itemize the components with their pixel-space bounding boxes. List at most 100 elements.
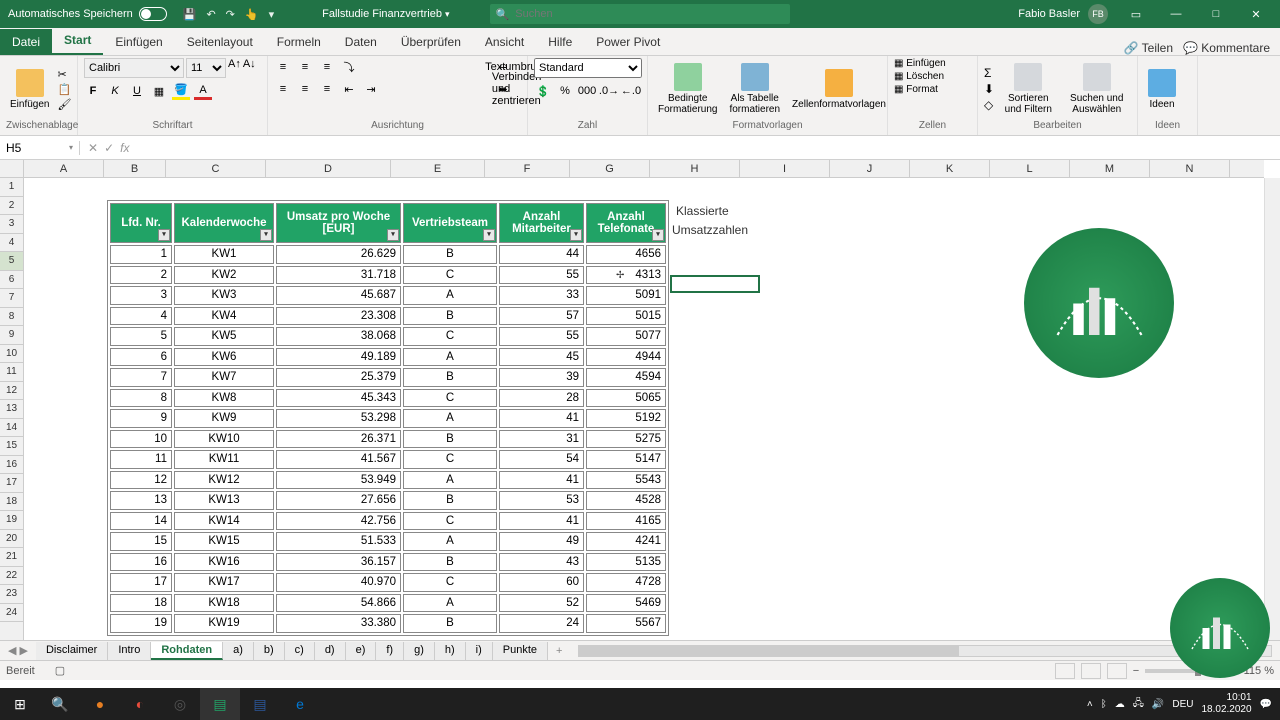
italic-button[interactable]: K [106,82,124,100]
fill-color-button[interactable]: 🪣 [172,82,190,100]
tray-notifications-icon[interactable]: 💬 [1260,699,1272,710]
cells-grid[interactable]: Lfd. Nr.▾Kalenderwoche▾Umsatz pro Woche … [24,178,1264,640]
table-cell[interactable]: 54 [499,450,584,469]
table-header[interactable]: Lfd. Nr.▾ [110,203,172,243]
table-row[interactable]: 2KW231.718C554313 [110,266,666,285]
border-button[interactable]: ▦ [150,82,168,100]
table-cell[interactable]: 8 [110,389,172,408]
table-cell[interactable]: 4241 [586,532,666,551]
table-cell[interactable]: KW2 [174,266,274,285]
bold-button[interactable]: F [84,82,102,100]
sort-filter-button[interactable]: Sortieren und Filtern [998,61,1058,117]
app-2-icon[interactable]: ◐ [120,688,160,720]
qat-more-icon[interactable]: ▾ [269,8,275,21]
table-cell[interactable]: 4594 [586,368,666,387]
app-3-icon[interactable]: ◎ [160,688,200,720]
table-row[interactable]: 8KW845.343C285065 [110,389,666,408]
table-cell[interactable]: KW10 [174,430,274,449]
table-row[interactable]: 5KW538.068C555077 [110,327,666,346]
table-cell[interactable]: 4 [110,307,172,326]
row-header-14[interactable]: 14 [0,419,23,438]
table-cell[interactable]: B [403,614,497,633]
row-header-5[interactable]: 5 [0,252,23,271]
table-cell[interactable]: 10 [110,430,172,449]
table-cell[interactable]: 26.371 [276,430,401,449]
tab-einfuegen[interactable]: Einfügen [103,29,174,55]
copy-icon[interactable]: 📋 [57,83,71,96]
row-headers[interactable]: 123456789101112131415161718192021222324 [0,178,24,640]
table-row[interactable]: 1KW126.629B444656 [110,245,666,264]
table-cell[interactable]: 6 [110,348,172,367]
select-all-corner[interactable] [0,160,24,178]
tray-volume-icon[interactable]: 🔊 [1152,699,1164,710]
table-row[interactable]: 19KW1933.380B245567 [110,614,666,633]
table-cell[interactable]: 27.656 [276,491,401,510]
format-painter-icon[interactable]: 🖌 [57,98,71,111]
row-header-24[interactable]: 24 [0,604,23,623]
row-header-2[interactable]: 2 [0,197,23,216]
sheet-tab[interactable]: c) [285,642,315,660]
clear-icon[interactable]: ◇ [984,98,994,112]
table-cell[interactable]: 5135 [586,553,666,572]
tray-up-icon[interactable]: ˄ [1087,699,1093,710]
col-header-G[interactable]: G [570,160,650,177]
tab-hilfe[interactable]: Hilfe [536,29,584,55]
font-size-select[interactable]: 11 [186,58,226,78]
table-cell[interactable]: KW19 [174,614,274,633]
table-cell[interactable]: 55 [499,327,584,346]
font-color-button[interactable]: A [194,82,212,100]
table-row[interactable]: 17KW1740.970C604728 [110,573,666,592]
tab-start[interactable]: Start [52,27,103,55]
cell-h3[interactable]: Umsatzzahlen [672,223,748,237]
row-header-16[interactable]: 16 [0,456,23,475]
table-row[interactable]: 15KW1551.533A494241 [110,532,666,551]
table-row[interactable]: 13KW1327.656B534528 [110,491,666,510]
table-cell[interactable]: B [403,430,497,449]
sheet-tab[interactable]: b) [254,642,285,660]
table-cell[interactable]: KW9 [174,409,274,428]
table-cell[interactable]: KW16 [174,553,274,572]
table-row[interactable]: 11KW1141.567C545147 [110,450,666,469]
col-header-A[interactable]: A [24,160,104,177]
table-cell[interactable]: 55 [499,266,584,285]
document-title[interactable]: Fallstudie Finanzvertrieb ▾ [322,8,449,20]
table-cell[interactable]: 5543 [586,471,666,490]
insert-cells-button[interactable]: ▦ Einfügen [894,58,971,69]
page-break-view-button[interactable] [1107,663,1127,679]
row-header-23[interactable]: 23 [0,585,23,604]
normal-view-button[interactable] [1055,663,1075,679]
table-cell[interactable]: KW11 [174,450,274,469]
align-bottom-icon[interactable]: ≡ [318,58,336,76]
table-row[interactable]: 18KW1854.866A525469 [110,594,666,613]
table-cell[interactable]: 53.949 [276,471,401,490]
table-cell[interactable]: 9 [110,409,172,428]
cancel-formula-icon[interactable]: ✕ [88,141,98,155]
page-layout-view-button[interactable] [1081,663,1101,679]
table-cell[interactable]: 41 [499,409,584,428]
row-header-13[interactable]: 13 [0,400,23,419]
table-cell[interactable]: KW15 [174,532,274,551]
sheet-tab[interactable]: g) [404,642,435,660]
macro-record-icon[interactable]: ▢ [55,664,65,677]
table-cell[interactable]: 5015 [586,307,666,326]
ideas-button[interactable]: Ideen [1144,67,1180,112]
undo-icon[interactable]: ↶ [206,8,215,21]
table-cell[interactable]: 52 [499,594,584,613]
excel-task-icon[interactable]: ▤ [200,688,240,720]
format-cells-button[interactable]: ▦ Format [894,84,971,95]
table-cell[interactable]: 41.567 [276,450,401,469]
col-header-H[interactable]: H [650,160,740,177]
row-header-8[interactable]: 8 [0,308,23,327]
underline-button[interactable]: U [128,82,146,100]
conditional-format-button[interactable]: Bedingte Formatierung [654,61,721,117]
table-cell[interactable]: 45.687 [276,286,401,305]
filter-icon[interactable]: ▾ [260,229,272,241]
table-cell[interactable]: 51.533 [276,532,401,551]
table-row[interactable]: 4KW423.308B575015 [110,307,666,326]
tray-lang[interactable]: DEU [1172,699,1193,710]
row-header-22[interactable]: 22 [0,567,23,586]
col-header-J[interactable]: J [830,160,910,177]
table-cell[interactable]: A [403,286,497,305]
table-cell[interactable]: C [403,266,497,285]
add-sheet-button[interactable]: + [548,645,570,657]
